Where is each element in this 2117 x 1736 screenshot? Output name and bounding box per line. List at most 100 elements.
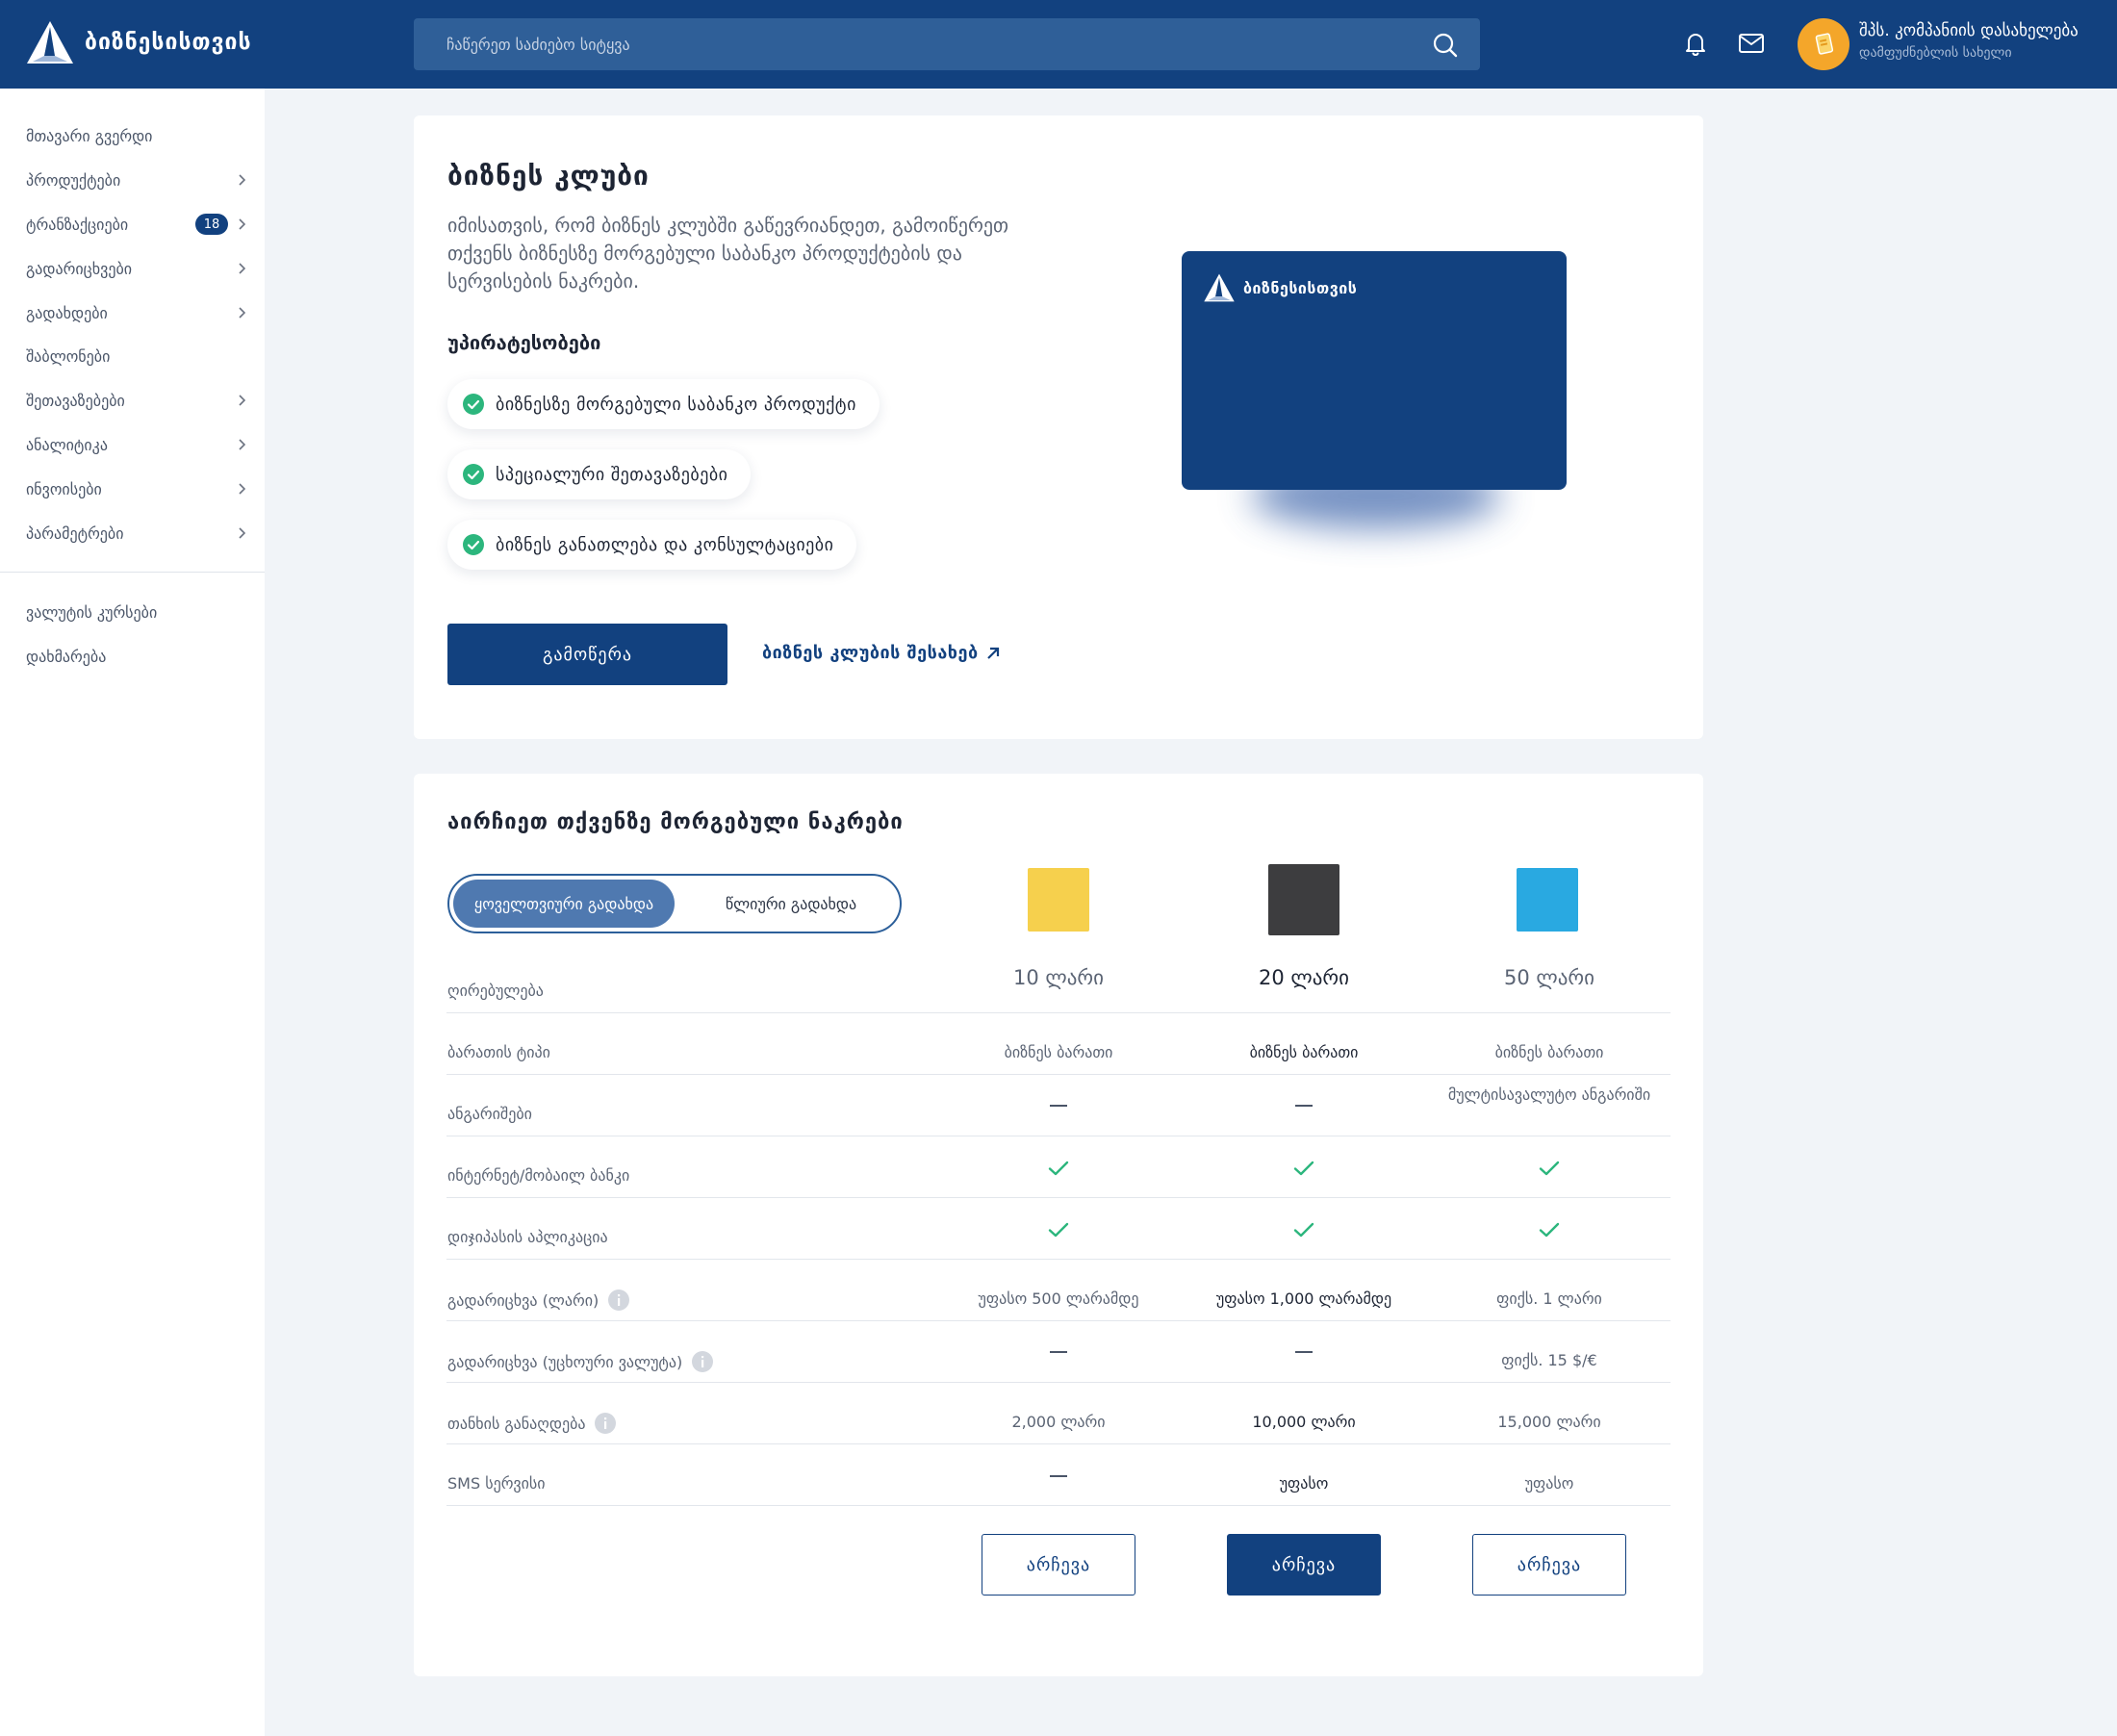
- brand-logo[interactable]: ბიზნესისთვის: [25, 19, 252, 65]
- sidebar-item-help[interactable]: დახმარება: [26, 637, 257, 676]
- table-cell: უფასო: [1524, 1474, 1574, 1493]
- bell-icon[interactable]: [1681, 29, 1710, 58]
- row-divider: [446, 1012, 1671, 1013]
- brand-name: ბიზნესისთვის: [85, 30, 252, 55]
- chevron-right-icon: [239, 174, 246, 186]
- choose-plan-button[interactable]: არჩევა: [1227, 1534, 1381, 1596]
- sidebar-divider: [0, 572, 265, 573]
- advantage-label: ბიზნეს განათლება და კონსულტაციები: [496, 534, 834, 555]
- row-divider: [446, 1320, 1671, 1321]
- subscribe-button[interactable]: გამოწერა: [447, 624, 727, 685]
- row-label: გადარიცხვა (ლარი): [447, 1289, 630, 1311]
- sidebar-item-payments[interactable]: გადახდები: [26, 294, 257, 332]
- sidebar-item-settings[interactable]: პარამეტრები: [26, 514, 257, 552]
- row-label-text: თანხის განაღდება: [447, 1414, 586, 1433]
- row-divider: [446, 1382, 1671, 1383]
- plan-price: 50 ლარი: [1504, 966, 1594, 989]
- choose-plan-button[interactable]: არჩევა: [1472, 1534, 1626, 1596]
- sidebar-item-templates[interactable]: შაბლონები: [26, 337, 257, 375]
- table-cell: ბიზნეს ბარათი: [1494, 1043, 1604, 1061]
- row-divider: [446, 1505, 1671, 1506]
- external-arrow-icon: [986, 647, 999, 659]
- club-description: იმისათვის, რომ ბიზნეს კლუბში გაწევრიანდე…: [447, 214, 1009, 293]
- sidebar: მთავარი გვერდი პროდუქტები ტრანზაქციები 1…: [0, 89, 265, 1736]
- search-input[interactable]: [414, 18, 1415, 70]
- sidebar-item-products[interactable]: პროდუქტები: [26, 161, 257, 199]
- choose-plan-button[interactable]: არჩევა: [982, 1534, 1135, 1596]
- dash-icon: [1050, 1351, 1067, 1353]
- info-icon[interactable]: [595, 1413, 617, 1434]
- search-icon[interactable]: [1432, 32, 1459, 59]
- row-divider: [446, 1259, 1671, 1260]
- row-label: გადარიცხვა (უცხოური ვალუტა): [447, 1351, 714, 1372]
- table-cell: ფიქს. 1 ლარი: [1496, 1289, 1602, 1308]
- plan-price: 20 ლარი: [1259, 966, 1349, 989]
- chevron-right-icon: [239, 263, 246, 274]
- chevron-right-icon: [239, 439, 246, 450]
- check-circle-icon: [463, 534, 484, 555]
- info-icon[interactable]: [608, 1289, 630, 1311]
- row-label: თანხის განაღდება: [447, 1413, 617, 1434]
- sidebar-item-label: ანალიტიკა: [26, 435, 108, 454]
- billing-toggle[interactable]: ყოველთვიური გადახდა წლიური გადახდა: [447, 874, 902, 933]
- toggle-yearly[interactable]: წლიური გადახდა: [690, 880, 892, 928]
- business-card-image: ბიზნესისთვის: [1182, 251, 1567, 490]
- notification-badge: 18: [195, 214, 228, 235]
- document-icon: [1815, 33, 1834, 55]
- check-circle-icon: [463, 464, 484, 485]
- table-cell: უფასო 500 ლარამდე: [978, 1289, 1139, 1308]
- advantages-title: უპირატესობები: [447, 331, 601, 354]
- table-cell: 2,000 ლარი: [1011, 1413, 1106, 1431]
- advantage-item: სპეციალური შეთავაზებები: [447, 449, 752, 499]
- dash-icon: [1050, 1105, 1067, 1107]
- sidebar-item-label: შაბლონები: [26, 346, 111, 366]
- sidebar-item-exchange-rates[interactable]: ვალუტის კურსები: [26, 593, 257, 631]
- table-cell: უფასო: [1279, 1474, 1329, 1493]
- check-icon: [1048, 1222, 1069, 1238]
- triangle-logo-icon: [1204, 273, 1235, 302]
- check-icon: [1539, 1161, 1560, 1176]
- company-founder: დამფუძნებლის სახელი: [1859, 45, 2012, 61]
- sidebar-item-invoices[interactable]: ინვოისები: [26, 470, 257, 508]
- company-name: შპს. კომპანიის დასახელება: [1859, 21, 2079, 40]
- mail-icon[interactable]: [1737, 29, 1766, 58]
- dash-icon: [1050, 1475, 1067, 1477]
- sidebar-item-transactions[interactable]: ტრანზაქციები 18: [26, 205, 257, 243]
- plan-color-swatch: [1517, 868, 1578, 932]
- business-club-card: ბიზნეს კლუბი იმისათვის, რომ ბიზნეს კლუბშ…: [414, 115, 1703, 739]
- check-icon: [1048, 1161, 1069, 1176]
- plans-title: აირჩიეთ თქვენზე მორგებული ნაკრები: [447, 810, 904, 834]
- info-icon[interactable]: [692, 1351, 714, 1372]
- card-logo-text: ბიზნესისთვის: [1243, 278, 1358, 297]
- check-icon: [1293, 1222, 1314, 1238]
- row-divider: [446, 1197, 1671, 1198]
- toggle-monthly[interactable]: ყოველთვიური გადახდა: [453, 880, 675, 928]
- sidebar-item-analytics[interactable]: ანალიტიკა: [26, 425, 257, 464]
- page-title: ბიზნეს კლუბი: [447, 160, 650, 191]
- chevron-right-icon: [239, 307, 246, 319]
- top-bar: ბიზნესისთვის შპს. კომპანიის დასახელება დ…: [0, 0, 2117, 89]
- sidebar-item-home[interactable]: მთავარი გვერდი: [26, 116, 257, 155]
- sidebar-item-label: ვალუტის კურსები: [26, 602, 158, 622]
- sidebar-item-offers[interactable]: შეთავაზებები: [26, 381, 257, 420]
- row-label-text: გადარიცხვა (ლარი): [447, 1290, 599, 1310]
- table-cell: მულტისავალუტო ანგარიში: [1447, 1085, 1651, 1104]
- dash-icon: [1295, 1351, 1313, 1353]
- search-bar[interactable]: [414, 18, 1480, 70]
- company-avatar[interactable]: [1798, 18, 1849, 70]
- sidebar-item-label: პროდუქტები: [26, 170, 121, 190]
- check-icon: [1539, 1222, 1560, 1238]
- chevron-right-icon: [239, 395, 246, 406]
- about-club-link[interactable]: ბიზნეს კლუბის შესახებ: [762, 643, 1002, 663]
- advantage-label: ბიზნესზე მორგებული საბანკო პროდუქტი: [496, 394, 856, 415]
- about-club-link-label: ბიზნეს კლუბის შესახებ: [762, 643, 979, 663]
- plan-color-swatch: [1028, 868, 1089, 932]
- row-label: ღირებულება: [447, 982, 544, 1000]
- sidebar-item-label: მთავარი გვერდი: [26, 126, 153, 145]
- company-info[interactable]: შპს. კომპანიის დასახელება დამფუძნებლის ს…: [1859, 21, 2079, 61]
- sidebar-item-transfers[interactable]: გადარიცხვები: [26, 249, 257, 288]
- row-divider: [446, 1074, 1671, 1075]
- sidebar-item-label: გადახდები: [26, 303, 108, 322]
- sidebar-item-label: დახმარება: [26, 647, 107, 666]
- table-cell: ბიზნეს ბარათი: [1249, 1043, 1359, 1061]
